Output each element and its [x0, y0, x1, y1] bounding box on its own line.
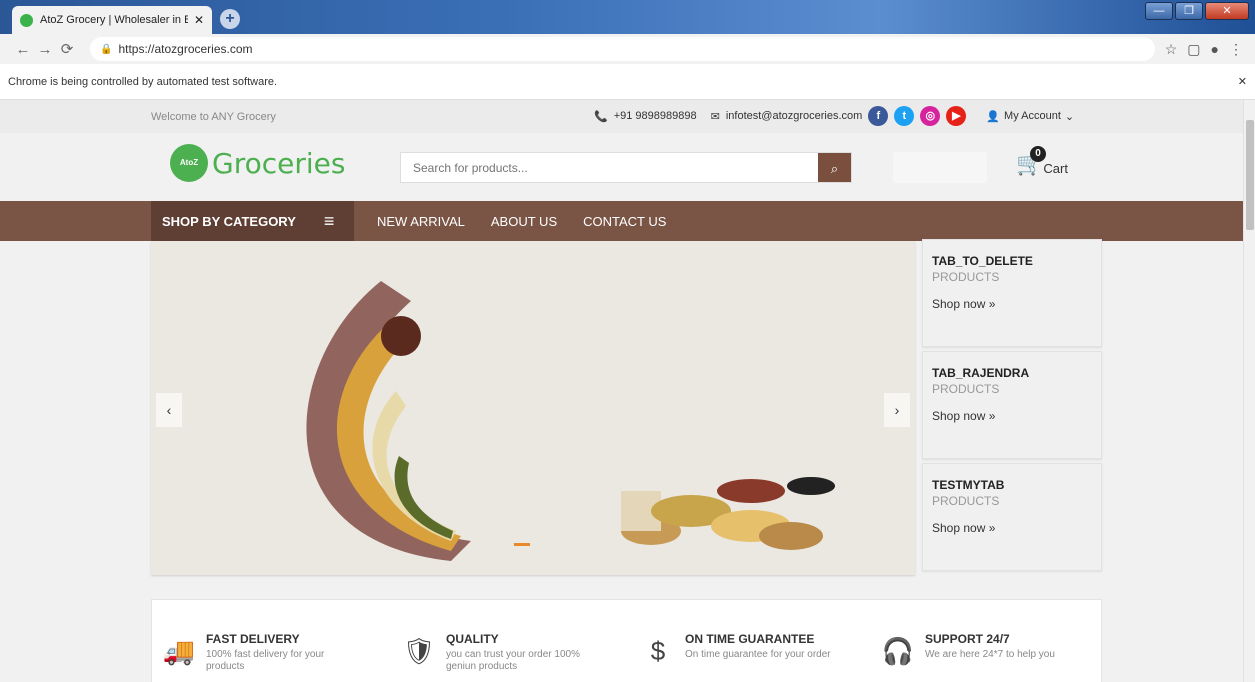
headset-icon: 🎧 — [881, 636, 915, 666]
slider-prev-button[interactable]: ‹ — [156, 393, 182, 427]
side-tab-subtitle: PRODUCTS — [932, 382, 1000, 396]
site-favicon-icon — [20, 13, 33, 27]
reload-icon[interactable]: ⟳ — [56, 40, 78, 58]
side-tab-1[interactable]: TAB_TO_DELETE PRODUCTS Shop now » — [922, 239, 1102, 347]
search-button[interactable]: ⌕ — [818, 153, 851, 182]
chevron-down-icon: ⌄ — [1064, 110, 1075, 123]
feature-desc: you can trust your order 100% geniun pro… — [446, 649, 580, 672]
main-nav: SHOP BY CATEGORY ≡ NEW ARRIVAL ABOUT US … — [0, 201, 1243, 241]
back-icon[interactable]: ← — [12, 41, 34, 58]
browser-tab[interactable]: AtoZ Grocery | Wholesaler in Ban ✕ — [12, 6, 212, 34]
automation-infobar: Chrome is being controlled by automated … — [0, 64, 1255, 100]
new-tab-button[interactable]: + — [220, 9, 240, 29]
close-window-button[interactable]: ✕ — [1205, 2, 1249, 20]
logo-text: Groceries — [212, 146, 346, 180]
bookmark-star-icon[interactable]: ☆ — [1165, 41, 1178, 58]
tab-close-icon[interactable]: ✕ — [194, 13, 204, 27]
url-field[interactable]: 🔒 https://atozgroceries.com — [90, 37, 1155, 61]
facebook-icon[interactable]: f — [868, 106, 889, 126]
twitter-icon[interactable]: t — [894, 106, 915, 126]
my-account-label: My Account — [1004, 110, 1061, 122]
cart-label: Cart — [1043, 161, 1068, 176]
logo-badge: AtoZ — [170, 144, 208, 182]
lock-icon: 🔒 — [100, 43, 113, 55]
top-strip: Welcome to ANY Grocery 📞 +91 9898989898 … — [0, 100, 1243, 133]
infobar-close-icon[interactable]: ✕ — [1238, 75, 1247, 88]
truck-icon: 🚚 — [162, 636, 196, 666]
welcome-text: Welcome to ANY Grocery — [151, 111, 276, 123]
side-tab-title: TESTMYTAB — [932, 478, 1005, 492]
hamburger-icon: ≡ — [323, 211, 335, 231]
page-scrollbar[interactable] — [1243, 100, 1255, 682]
maximize-button[interactable]: ❐ — [1175, 2, 1203, 20]
side-tab-title: TAB_RAJENDRA — [932, 366, 1030, 380]
shop-now-link[interactable]: Shop now » — [932, 521, 1092, 535]
feature-title: SUPPORT 24/7 — [925, 632, 1010, 646]
feature-item: 🚚 FAST DELIVERY 100% fast delivery for y… — [160, 632, 356, 673]
header-ghost-button[interactable] — [893, 152, 987, 183]
shop-now-link[interactable]: Shop now » — [932, 409, 1092, 423]
email-icon: ✉ — [710, 110, 720, 123]
slider-indicator[interactable] — [514, 543, 530, 546]
feature-item: $ ON TIME GUARANTEE On time guarantee fo… — [639, 632, 835, 670]
profile-icon[interactable]: ● — [1211, 41, 1219, 57]
nav-links: NEW ARRIVAL ABOUT US CONTACT US — [377, 201, 666, 241]
window-controls: — ❐ ✕ — [1145, 2, 1249, 20]
search-input[interactable] — [401, 153, 818, 182]
search-icon: ⌕ — [830, 161, 839, 176]
instagram-icon[interactable]: ◎ — [920, 106, 941, 126]
email-address[interactable]: infotest@atozgroceries.com — [726, 110, 863, 122]
side-tab-title: TAB_TO_DELETE — [932, 254, 1033, 268]
slider-next-button[interactable]: › — [884, 393, 910, 427]
nav-about-us[interactable]: ABOUT US — [491, 214, 557, 229]
address-bar: ← → ⟳ 🔒 https://atozgroceries.com ☆ ▢ ● … — [0, 34, 1255, 64]
dollar-refresh-icon: $ — [650, 636, 666, 666]
contact-info: 📞 +91 9898989898 ✉ infotest@atozgrocerie… — [594, 106, 1074, 126]
cart-count-badge: 0 — [1030, 146, 1046, 162]
feature-title: FAST DELIVERY — [206, 632, 300, 646]
feature-desc: We are here 24*7 to help you — [925, 649, 1055, 660]
page-viewport: Welcome to ANY Grocery 📞 +91 9898989898 … — [0, 100, 1243, 682]
tab-title: AtoZ Grocery | Wholesaler in Ban — [40, 14, 188, 26]
shop-now-link[interactable]: Shop now » — [932, 297, 1092, 311]
hero-image — [151, 241, 915, 575]
browser-titlebar: AtoZ Grocery | Wholesaler in Ban ✕ + — ❐… — [0, 0, 1255, 34]
feature-item: 🎧 SUPPORT 24/7 We are here 24*7 to help … — [879, 632, 1075, 670]
shield-check-icon: 🛡 — [402, 636, 436, 666]
site-logo[interactable]: AtoZ Groceries — [170, 144, 345, 182]
infobar-text: Chrome is being controlled by automated … — [8, 75, 278, 88]
side-tab-3[interactable]: TESTMYTAB PRODUCTS Shop now » — [922, 463, 1102, 571]
feature-item: 🛡 QUALITY you can trust your order 100% … — [400, 632, 596, 673]
scrollbar-thumb[interactable] — [1246, 120, 1254, 230]
side-tab-subtitle: PRODUCTS — [932, 494, 1000, 508]
feature-title: QUALITY — [446, 632, 499, 646]
feature-title: ON TIME GUARANTEE — [685, 632, 815, 646]
side-tab-subtitle: PRODUCTS — [932, 270, 1000, 284]
youtube-icon[interactable]: ▶ — [946, 106, 967, 126]
extension-icon[interactable]: ▢ — [1187, 41, 1200, 58]
cart-icon: 🛒 0 — [1016, 146, 1046, 176]
url-text: https://atozgroceries.com — [118, 42, 253, 56]
hero-slider: ‹ › — [151, 241, 915, 575]
my-account-menu[interactable]: 👤 My Account ⌄ — [986, 110, 1074, 123]
nav-contact-us[interactable]: CONTACT US — [583, 214, 666, 229]
shop-by-category-label: SHOP BY CATEGORY — [162, 213, 296, 229]
nav-new-arrival[interactable]: NEW ARRIVAL — [377, 214, 465, 229]
user-icon: 👤 — [986, 110, 1001, 123]
features-strip: 🚚 FAST DELIVERY 100% fast delivery for y… — [151, 599, 1102, 682]
phone-icon: 📞 — [594, 110, 608, 123]
minimize-button[interactable]: — — [1145, 2, 1173, 20]
forward-icon[interactable]: → — [34, 41, 56, 58]
menu-icon[interactable]: ⋮ — [1229, 41, 1243, 58]
side-tab-2[interactable]: TAB_RAJENDRA PRODUCTS Shop now » — [922, 351, 1102, 459]
shop-by-category-button[interactable]: SHOP BY CATEGORY ≡ — [151, 201, 354, 241]
cart-button[interactable]: 🛒 0 Cart — [1016, 146, 1068, 176]
feature-desc: 100% fast delivery for your products — [206, 649, 325, 672]
phone-number[interactable]: +91 9898989898 — [614, 110, 697, 122]
feature-desc: On time guarantee for your order — [685, 649, 831, 660]
search-bar: ⌕ — [400, 152, 852, 183]
